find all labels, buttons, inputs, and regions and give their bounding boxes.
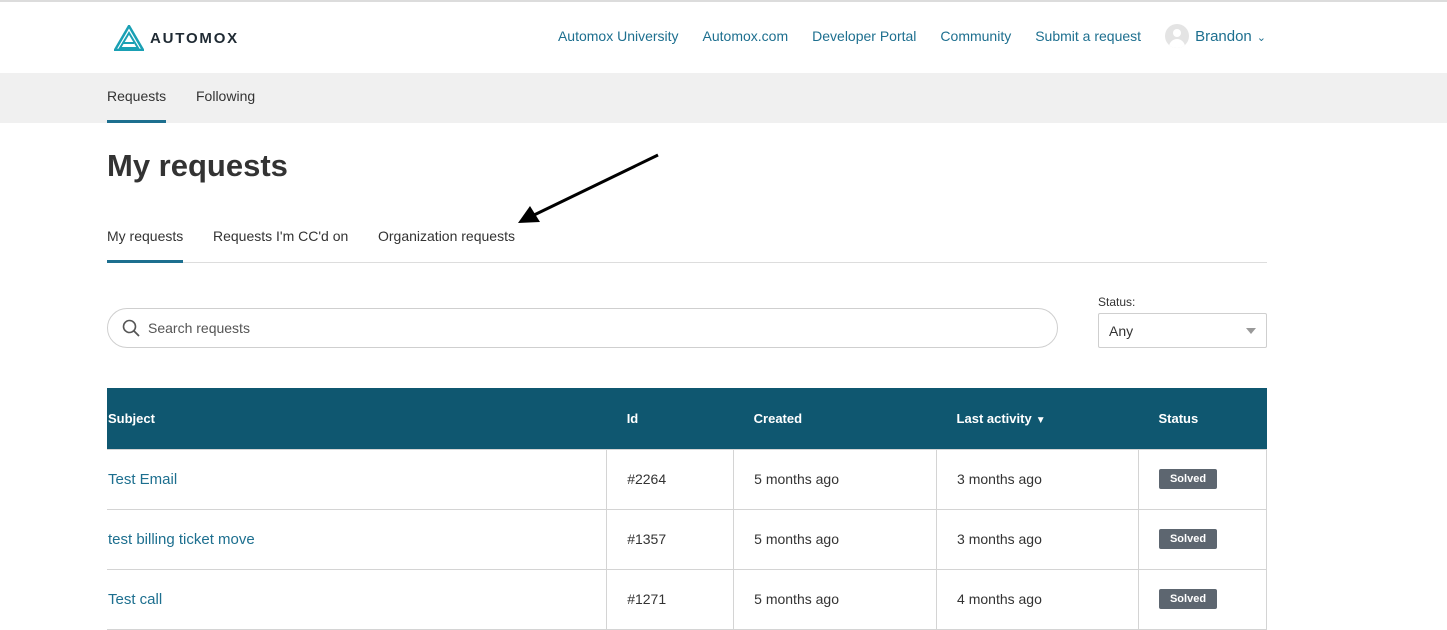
cell-id: #1271 bbox=[606, 568, 735, 630]
column-header-id[interactable]: Id bbox=[606, 388, 734, 449]
cell-status: Solved bbox=[1137, 448, 1268, 510]
column-header-created[interactable]: Created bbox=[733, 388, 937, 449]
request-link[interactable]: Test Email bbox=[108, 471, 177, 488]
cell-created: 5 months ago bbox=[733, 508, 938, 570]
user-name: Brandon bbox=[1195, 27, 1252, 45]
cell-subject: Test call bbox=[107, 568, 608, 630]
table-row: Test call #1271 5 months ago 4 months ag… bbox=[107, 568, 1268, 630]
cell-status: Solved bbox=[1137, 508, 1268, 570]
cell-last-activity: 3 months ago bbox=[936, 448, 1139, 510]
subnav-following[interactable]: Following bbox=[196, 88, 255, 123]
request-link[interactable]: Test call bbox=[108, 591, 162, 608]
nav-link-developer-portal[interactable]: Developer Portal bbox=[812, 28, 916, 44]
column-header-last-activity[interactable]: Last activity ▼ bbox=[936, 388, 1139, 449]
search-icon bbox=[122, 319, 140, 337]
top-nav: Automox University Automox.com Developer… bbox=[534, 24, 1266, 48]
sub-nav: Requests Following bbox=[0, 73, 1447, 123]
cell-last-activity: 3 months ago bbox=[936, 508, 1139, 570]
cell-created: 5 months ago bbox=[733, 568, 938, 630]
request-link[interactable]: test billing ticket move bbox=[108, 531, 255, 548]
table-row: Test Email #2264 5 months ago 3 months a… bbox=[107, 448, 1268, 510]
cell-created: 5 months ago bbox=[733, 448, 938, 510]
tab-organization-requests[interactable]: Organization requests bbox=[378, 228, 515, 263]
nav-link-submit-request[interactable]: Submit a request bbox=[1035, 28, 1141, 44]
brand-logo[interactable]: AUTOMOX bbox=[114, 25, 239, 51]
table-header-row: Subject Id Created Last activity ▼ Status bbox=[107, 388, 1267, 449]
status-filter-value: Any bbox=[1109, 322, 1134, 339]
chevron-down-icon: ⌄ bbox=[1256, 31, 1266, 44]
nav-link-community[interactable]: Community bbox=[940, 28, 1011, 44]
cell-last-activity: 4 months ago bbox=[936, 568, 1139, 630]
dropdown-caret-icon bbox=[1246, 328, 1256, 334]
cell-id: #2264 bbox=[606, 448, 735, 510]
status-filter-select[interactable]: Any bbox=[1098, 313, 1267, 348]
table-row: test billing ticket move #1357 5 months … bbox=[107, 508, 1268, 570]
status-filter-label: Status: bbox=[1098, 295, 1136, 309]
cell-subject: test billing ticket move bbox=[107, 508, 608, 570]
column-header-status[interactable]: Status bbox=[1138, 388, 1267, 449]
tab-my-requests[interactable]: My requests bbox=[107, 228, 184, 263]
subnav-requests[interactable]: Requests bbox=[107, 88, 167, 123]
cell-status: Solved bbox=[1137, 568, 1268, 630]
tab-cc-requests[interactable]: Requests I'm CC'd on bbox=[213, 228, 348, 263]
request-tabs: My requests Requests I'm CC'd on Organiz… bbox=[107, 226, 1267, 263]
brand-name: AUTOMOX bbox=[150, 29, 239, 47]
nav-link-automox-com[interactable]: Automox.com bbox=[703, 28, 789, 44]
requests-table: Subject Id Created Last activity ▼ Status… bbox=[107, 388, 1268, 630]
status-badge: Solved bbox=[1158, 529, 1218, 549]
search-box[interactable] bbox=[107, 308, 1058, 348]
cell-subject: Test Email bbox=[107, 448, 608, 510]
status-badge: Solved bbox=[1158, 469, 1218, 489]
column-header-subject[interactable]: Subject bbox=[107, 388, 607, 449]
search-input[interactable] bbox=[148, 320, 1028, 336]
site-header: AUTOMOX Automox University Automox.com D… bbox=[0, 2, 1447, 73]
annotation-arrow bbox=[518, 153, 659, 223]
user-menu[interactable]: Brandon ⌄ bbox=[1165, 24, 1266, 48]
cell-id: #1357 bbox=[606, 508, 735, 570]
last-activity-label: Last activity bbox=[956, 410, 1032, 426]
status-badge: Solved bbox=[1158, 589, 1218, 609]
avatar-icon bbox=[1165, 24, 1190, 48]
nav-link-automox-university[interactable]: Automox University bbox=[558, 28, 679, 44]
sort-down-icon: ▼ bbox=[1035, 414, 1046, 426]
automox-logo-icon bbox=[114, 25, 144, 51]
page-title: My requests bbox=[107, 148, 288, 183]
